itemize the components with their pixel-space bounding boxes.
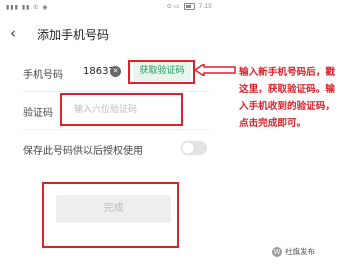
code-label: 验证码 [23, 108, 53, 119]
page-title: 添加手机号码 [37, 28, 110, 42]
phone-label: 手机号码 [23, 70, 63, 81]
watermark: W 社旗发布 [272, 246, 315, 257]
code-input-highlight-box [60, 93, 183, 126]
get-code-highlight-box [128, 60, 195, 84]
status-bar: ▮▮▮ ▮▮ ✆ ◉ ⊙ ▭ 7:15 [0, 0, 222, 14]
watermark-logo-icon: W [272, 246, 282, 257]
status-right: ⊙ ▭ 7:15 [167, 3, 212, 10]
done-button-highlight-box [42, 182, 179, 248]
page-header: ‹ 添加手机号码 [0, 22, 222, 48]
arrow-left-icon [195, 64, 236, 76]
save-label: 保存此号码供以后授权使用 [23, 146, 143, 157]
signal-indicators: ▮▮▮ ▮▮ ✆ ◉ [6, 4, 49, 11]
battery-icon [183, 3, 195, 10]
chevron-left-icon[interactable]: ‹ [10, 24, 16, 42]
toggle-knob [182, 142, 194, 154]
clock: 7:15 [198, 3, 212, 10]
close-circle-icon[interactable]: ✕ [110, 66, 121, 77]
watermark-text: 社旗发布 [285, 247, 315, 256]
save-number-row: 保存此号码供以后授权使用 [0, 130, 222, 168]
save-toggle[interactable] [181, 141, 207, 155]
status-icons: ⊙ ▭ [166, 3, 180, 10]
instruction-annotation: 输入新手机号码后，戳这里，获取验证码。输入手机收到的验证码，点击完成即可。 [239, 67, 335, 129]
